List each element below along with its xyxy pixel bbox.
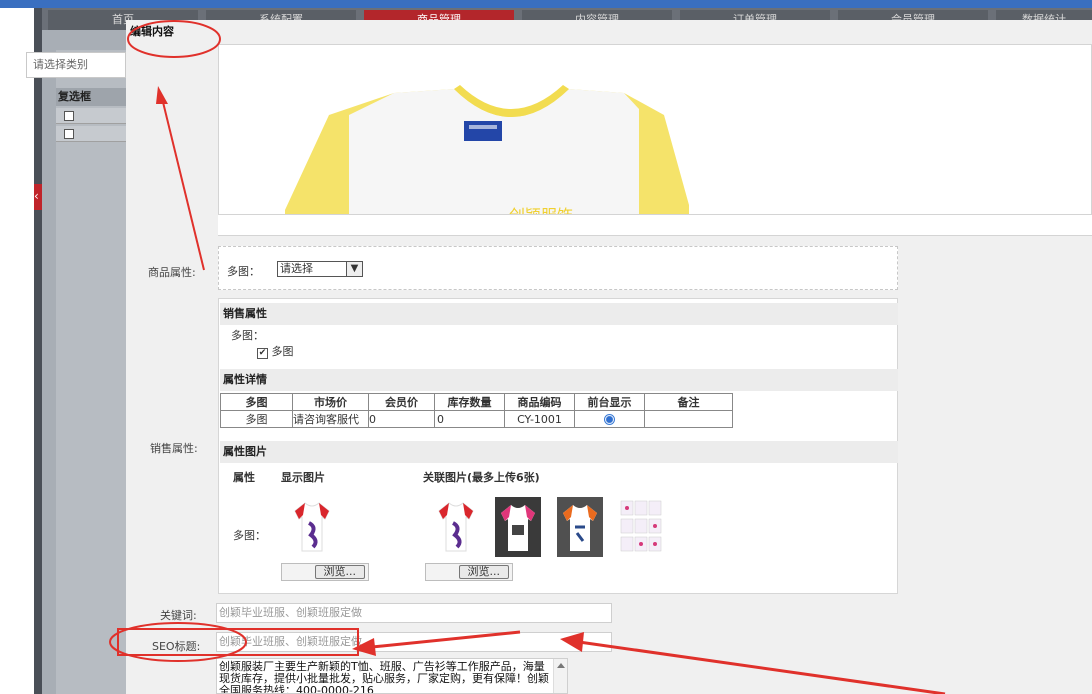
- attr-detail-header: 属性详情: [220, 369, 898, 391]
- col-header: 备注: [644, 393, 733, 411]
- sales-attr-box: 销售属性 多图： ✔ 多图 属性详情 多图 市场价 会员价 库存数量 商品编码 …: [218, 298, 898, 594]
- multi-image-label: 多图：: [227, 265, 260, 278]
- checkbox-label: 多图: [271, 345, 294, 358]
- list-row: [56, 126, 126, 142]
- note-input[interactable]: [644, 410, 733, 428]
- attr-images-header: 属性图片: [220, 441, 898, 463]
- col-header: 多图: [220, 393, 293, 411]
- related-image-browse[interactable]: 浏览...: [425, 563, 513, 581]
- col-header: 市场价: [292, 393, 369, 411]
- multi-image-select[interactable]: 请选择 ▼: [277, 261, 363, 277]
- display-image-thumb: [294, 502, 330, 552]
- member-price-input[interactable]: 0: [368, 410, 435, 428]
- product-attr-box: 多图： 请选择 ▼: [218, 246, 898, 290]
- attr-detail-table: 多图 市场价 会员价 库存数量 商品编码 前台显示 备注 多图 请咨询客服代 0…: [220, 393, 733, 428]
- tshirt-image: 创颖服饰: [285, 85, 689, 235]
- col-header: 商品编码: [504, 393, 575, 411]
- related-image-thumb: [557, 497, 603, 557]
- col-header: 前台显示: [574, 393, 645, 411]
- sales-attr-label: 销售属性:: [150, 442, 198, 455]
- description-text: 创颖服装厂主要生产新颖的T恤、班服、广告衫等工作服产品，海量现货库存，提供小批量…: [219, 660, 549, 694]
- left-nav-bar: ‹: [34, 8, 42, 694]
- product-attr-label: 商品属性:: [148, 266, 196, 279]
- radio-selected-icon[interactable]: [604, 414, 615, 425]
- left-margin: [0, 8, 34, 694]
- multi-image-checkbox-row[interactable]: ✔ 多图: [257, 343, 294, 359]
- stock-input[interactable]: 0: [434, 410, 505, 428]
- rich-text-editor[interactable]: 创颖服饰: [218, 44, 1092, 236]
- keywords-input[interactable]: 创颖毕业班服、创颖班服定做: [216, 603, 612, 623]
- checkbox-checked-icon[interactable]: ✔: [257, 348, 268, 359]
- seo-title-input[interactable]: 创颖毕业班服、创颖班服定做: [216, 632, 612, 652]
- collapse-handle[interactable]: ‹: [34, 184, 42, 210]
- select-value: 请选择: [280, 262, 313, 275]
- top-strip: [0, 0, 1092, 8]
- col-header: 库存数量: [434, 393, 505, 411]
- display-image-col-label: 显示图片: [281, 471, 325, 484]
- front-display-radio[interactable]: [574, 410, 645, 428]
- row-checkbox[interactable]: [64, 129, 74, 139]
- sales-section-header: 销售属性: [220, 303, 898, 325]
- code-input[interactable]: CY-1001: [504, 410, 575, 428]
- related-image-thumb: [620, 500, 662, 552]
- scroll-up-icon[interactable]: [557, 663, 565, 668]
- chevron-down-icon: ▼: [346, 262, 362, 276]
- category-select[interactable]: 请选择类别: [26, 52, 126, 78]
- cell-name: 多图: [220, 410, 293, 428]
- sales-group-label: 多图：: [231, 329, 264, 342]
- panel-inner: [56, 50, 126, 694]
- description-textarea[interactable]: 创颖服装厂主要生产新颖的T恤、班服、广告衫等工作服产品，海量现货库存，提供小批量…: [216, 658, 568, 694]
- table-row: 多图 请咨询客服代 0 0 CY-1001: [220, 410, 733, 428]
- related-image-thumb: [438, 502, 474, 552]
- seo-title-label: SEO标题:: [152, 640, 201, 653]
- list-row: [56, 108, 126, 124]
- related-image-thumb: [495, 497, 541, 557]
- row-checkbox[interactable]: [64, 111, 74, 121]
- market-price-input[interactable]: 请咨询客服代: [292, 410, 369, 428]
- editor-status-bar: [218, 214, 1092, 236]
- checkbox-column-header: 复选框: [56, 88, 126, 106]
- browse-button[interactable]: 浏览...: [458, 565, 509, 579]
- display-image-browse[interactable]: 浏览...: [281, 563, 369, 581]
- related-images-col-label: 关联图片(最多上传6张): [423, 471, 540, 484]
- textarea-scrollbar[interactable]: [553, 659, 567, 693]
- browse-button[interactable]: 浏览...: [314, 565, 365, 579]
- keywords-label: 关键词:: [160, 609, 197, 622]
- dialog-title: 编辑内容: [126, 20, 1092, 44]
- col-header: 会员价: [368, 393, 435, 411]
- attr-col-label: 属性: [233, 471, 255, 484]
- attr-image-row-label: 多图：: [233, 529, 266, 542]
- chevron-left-icon: ‹: [34, 189, 39, 203]
